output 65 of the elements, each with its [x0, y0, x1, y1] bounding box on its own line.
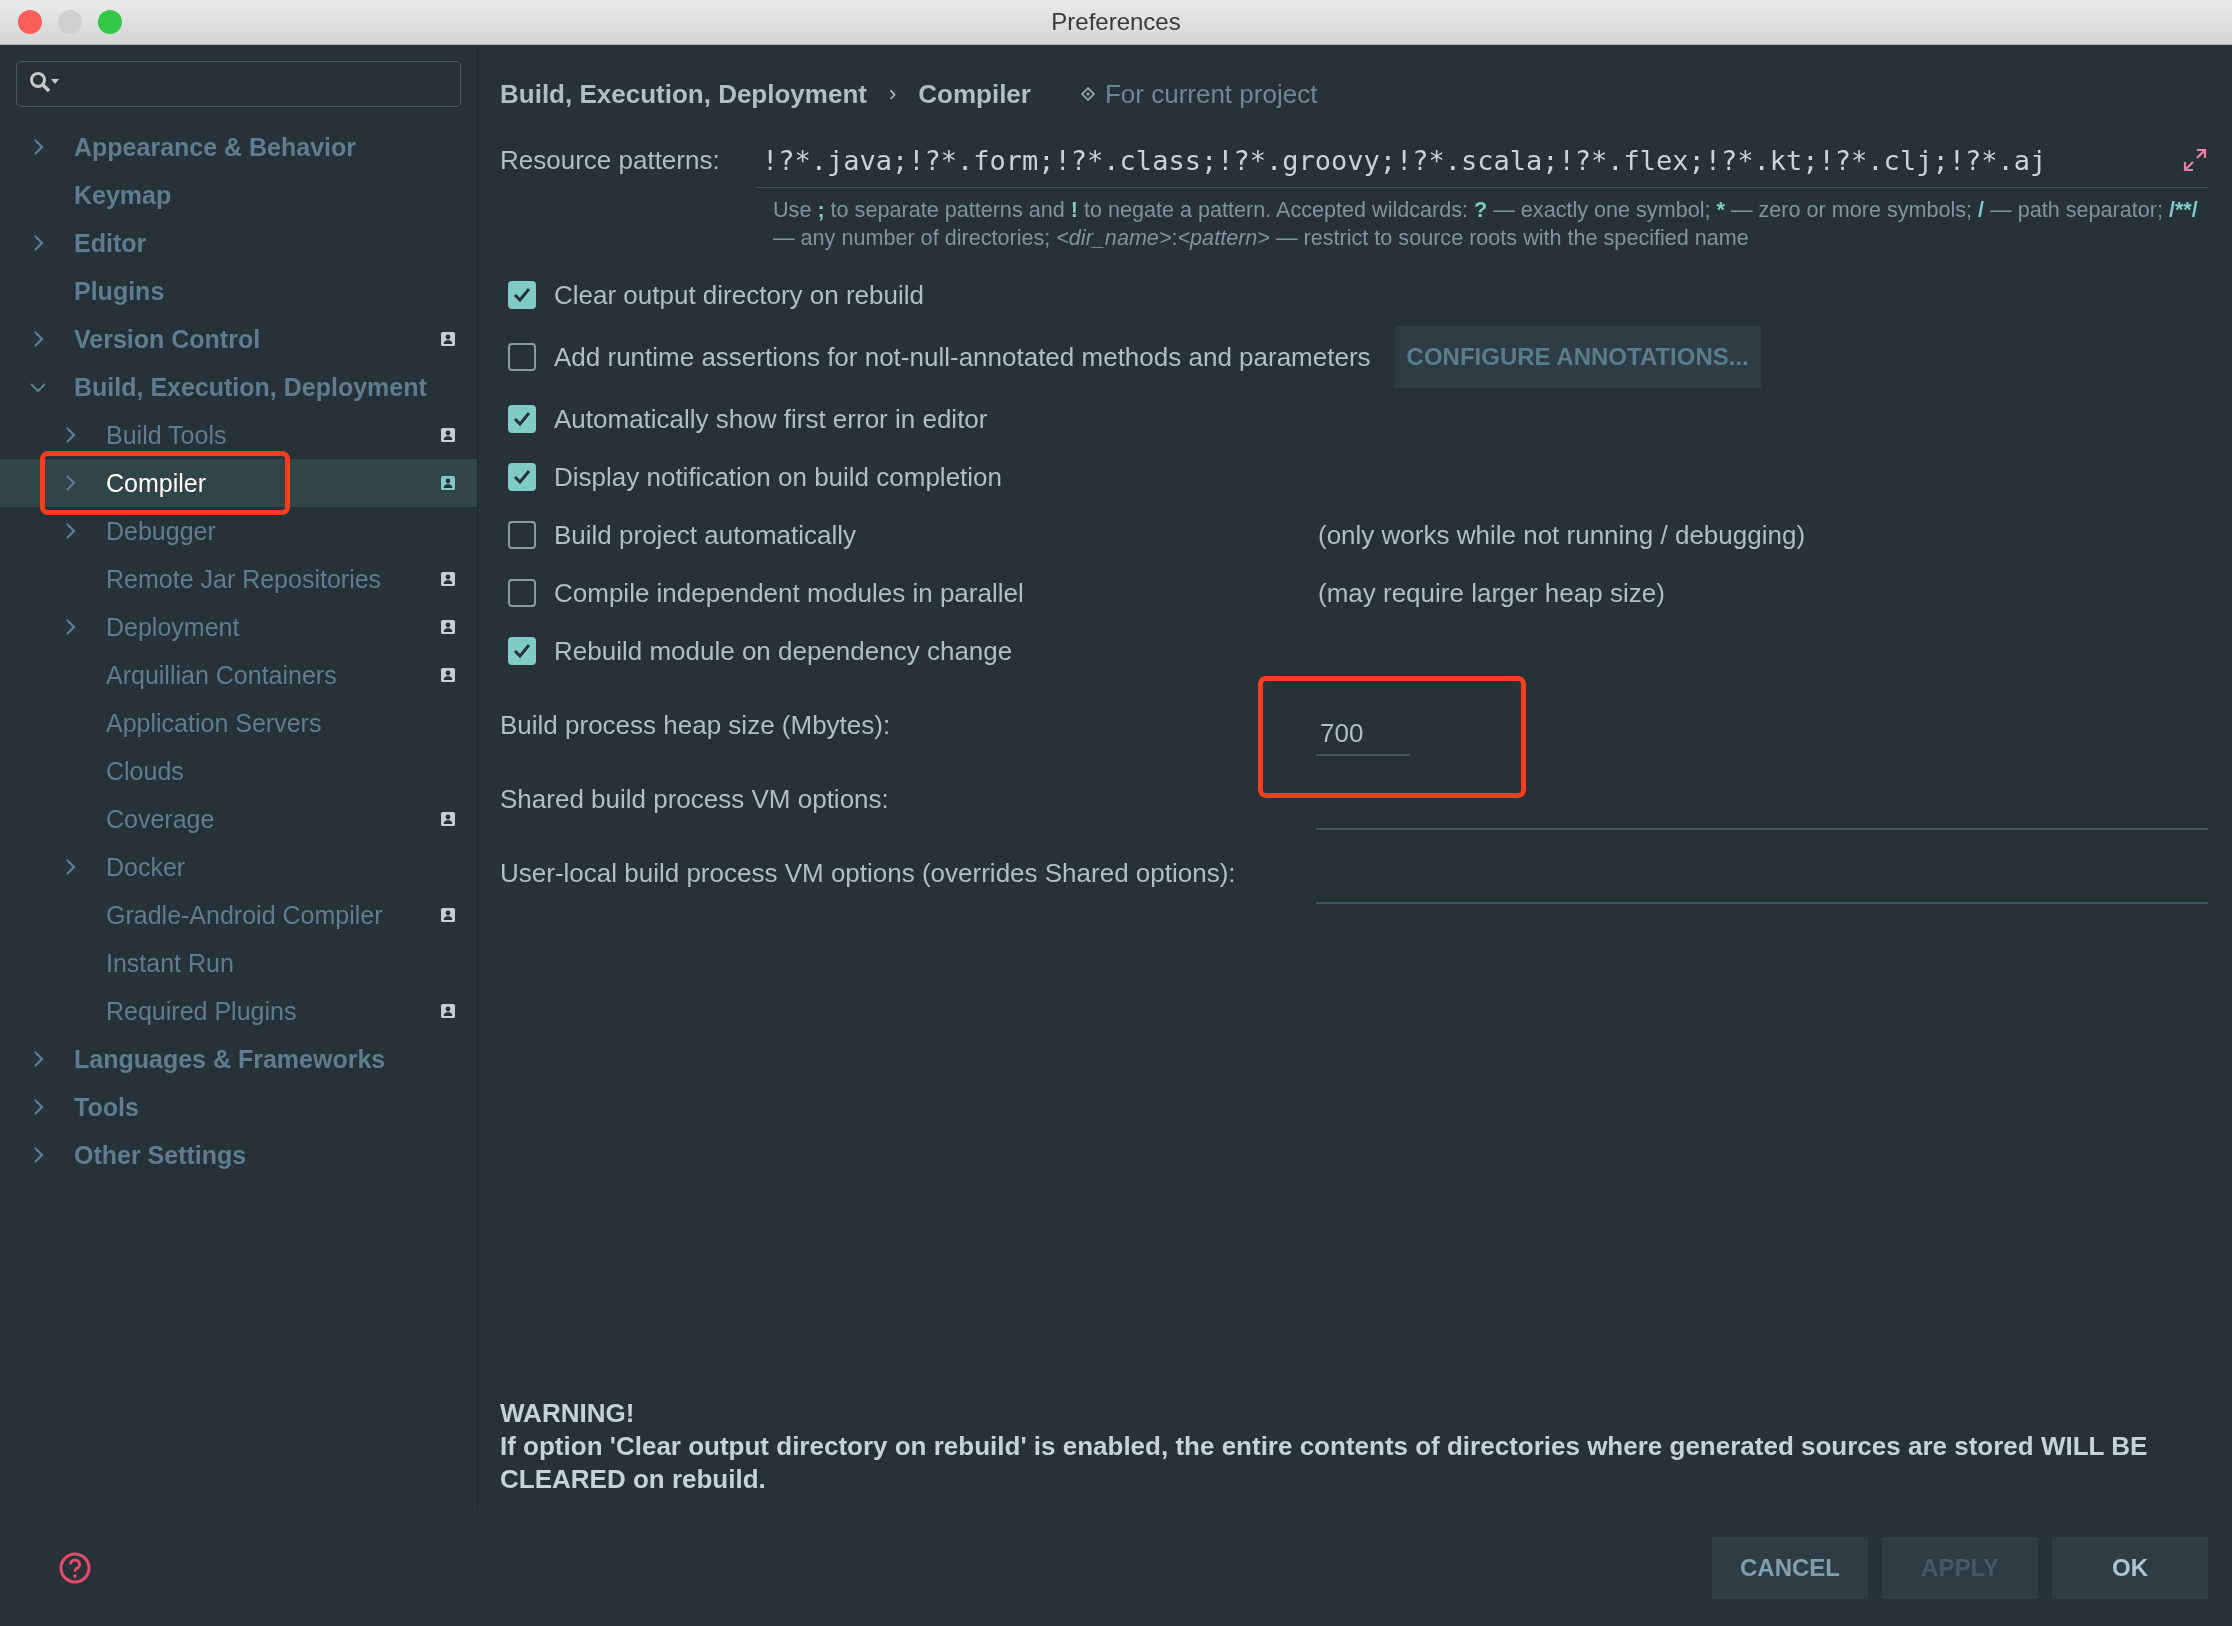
check-icon — [512, 409, 532, 429]
sidebar-item[interactable]: Plugins — [0, 267, 477, 315]
sidebar-item[interactable]: Instant Run — [0, 939, 477, 987]
check-icon — [512, 641, 532, 661]
field-label: Build process heap size (Mbytes): — [500, 709, 892, 741]
field-label: Shared build process VM options: — [500, 783, 890, 815]
checkbox[interactable] — [508, 405, 536, 433]
checkbox-label: Compile independent modules in parallel — [554, 577, 1024, 609]
checkbox-label: Add runtime assertions for not-null-annotated methods and parameters — [554, 341, 1371, 373]
checkbox-label: Display notification on build completion — [554, 461, 1003, 493]
sidebar-item[interactable]: Arquillian Containers — [0, 651, 477, 699]
sidebar-item[interactable]: Remote Jar Repositories — [0, 555, 477, 603]
check-icon — [512, 285, 532, 305]
checkbox-label: Rebuild module on dependency change — [554, 635, 1013, 667]
sidebar-item[interactable]: Required Plugins — [0, 987, 477, 1035]
checkbox-label: Automatically show first error in editor — [554, 403, 988, 435]
warning-title: WARNING! — [500, 1397, 636, 1430]
checkbox-label: Build project automatically — [554, 519, 857, 551]
option-note: (only works while not running / debugging) — [1318, 519, 1806, 551]
sidebar-item[interactable]: Debugger — [0, 507, 477, 555]
maximize-window-button[interactable] — [98, 10, 122, 34]
dialog-button[interactable]: OK — [2052, 1537, 2208, 1599]
option-note: (may require larger heap size) — [1318, 577, 1665, 609]
sidebar-item[interactable]: Version Control — [0, 315, 477, 363]
sidebar-item[interactable]: Tools — [0, 1083, 477, 1131]
project-icon — [1080, 87, 1095, 101]
search-field[interactable] — [16, 61, 461, 107]
input-field[interactable]: 700 — [1316, 712, 1410, 756]
checkbox[interactable] — [508, 463, 536, 491]
breadcrumb-item[interactable]: Build, Execution, Deployment — [500, 78, 867, 110]
sidebar-item[interactable]: Application Servers — [0, 699, 477, 747]
field-label: User-local build process VM options (overrides Shared options): — [500, 857, 1237, 889]
checkbox[interactable] — [508, 637, 536, 665]
resource-patterns-field[interactable]: !?*.java;!?*.form;!?*.class;!?*.groovy;!?*.scala;!?*.flex;!?*.kt;!?*.clj;!?*.aj — [762, 144, 2182, 176]
sidebar-item[interactable]: Appearance & Behavior — [0, 123, 477, 171]
window-title: Preferences — [1051, 8, 1181, 35]
help-icon[interactable] — [58, 1551, 92, 1585]
sidebar-item[interactable]: Keymap — [0, 171, 477, 219]
checkbox[interactable] — [508, 281, 536, 309]
sidebar-item[interactable]: Deployment — [0, 603, 477, 651]
configure-annotations-button[interactable]: CONFIGURE ANNOTATIONS... — [1394, 326, 1761, 388]
close-window-button[interactable] — [18, 10, 42, 34]
warning-text: If option 'Clear output directory on rebuild' is enabled, the entire contents of directories where generated sources are stored WILL BE CLEARED on rebuild. — [500, 1430, 2149, 1496]
sidebar-item[interactable]: Languages & Frameworks — [0, 1035, 477, 1083]
expand-icon[interactable] — [2182, 147, 2208, 173]
sidebar-item[interactable]: Gradle-Android Compiler — [0, 891, 477, 939]
checkbox-label: Clear output directory on rebuild — [554, 279, 924, 311]
sidebar-item[interactable]: Clouds — [0, 747, 477, 795]
scope-label: For current project — [1104, 78, 1318, 110]
sidebar-item[interactable]: Docker — [0, 843, 477, 891]
sidebar-item[interactable]: Other Settings — [0, 1131, 477, 1179]
sidebar-item[interactable]: Compiler — [0, 459, 477, 507]
dialog-button[interactable]: CANCEL — [1712, 1537, 1868, 1599]
field-label: Resource patterns: — [500, 144, 721, 176]
checkbox[interactable] — [508, 579, 536, 607]
check-icon — [512, 467, 532, 487]
checkbox[interactable] — [508, 343, 536, 371]
sidebar-item[interactable]: Coverage — [0, 795, 477, 843]
breadcrumb-item[interactable]: Compiler — [918, 78, 1031, 110]
checkbox[interactable] — [508, 521, 536, 549]
sidebar-item[interactable]: Editor — [0, 219, 477, 267]
breadcrumb-separator: › — [888, 81, 897, 107]
sidebar-item[interactable]: Build Tools — [0, 411, 477, 459]
hint-text: Use ; to separate patterns and ! to negate a pattern. Accepted wildcards: ? — exactly one symbol; * — zero or more symbols; / — path separator; /**/ — any number of directories; <dir_name>:<pattern> — restrict to source roots with the specified name — [757, 187, 2208, 252]
sidebar-item[interactable]: Build, Execution, Deployment — [0, 363, 477, 411]
